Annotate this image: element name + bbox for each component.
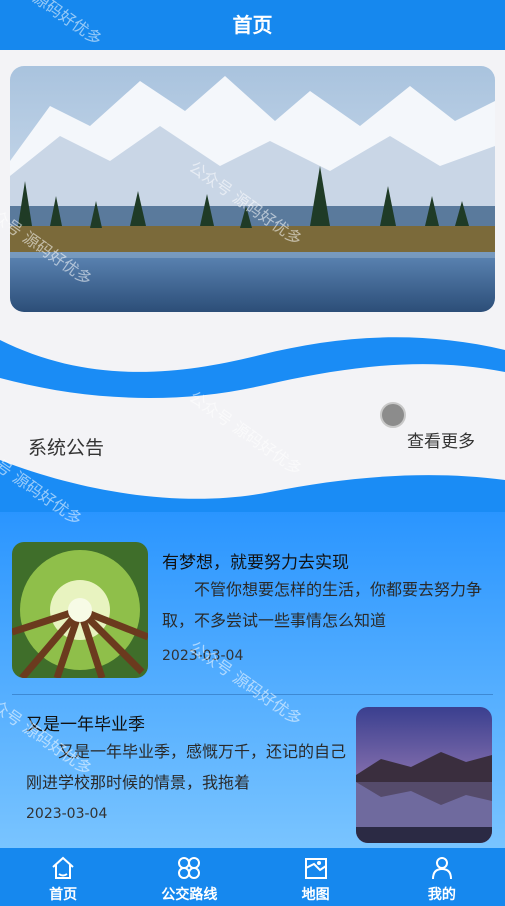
home-icon [52,856,74,879]
floating-dot[interactable] [380,402,406,428]
article-list: 有梦想，就要努力去实现 不管你想要怎样的生活，你都要去努力争取，不多尝试一些事情… [0,512,505,848]
lake-mountain-image [356,707,492,843]
tab-home[interactable]: 首页 [0,848,126,906]
wave-decoration [0,320,505,520]
page-title: 首页 [232,13,273,37]
banner-carousel[interactable] [10,66,495,312]
tab-label: 公交路线 [161,887,218,903]
view-more-link[interactable]: 查看更多 [407,427,475,452]
banner-image [10,66,495,312]
tab-map[interactable]: 地图 [253,848,379,906]
article-summary: 不管你想要怎样的生活，你都要去努力争取，不多尝试一些事情怎么知道 [162,580,483,630]
article-item[interactable]: 又是一年毕业季 又是一年毕业季，感慨万千，还记的自己刚进学校那时候的情景，我拖着… [0,707,505,847]
tab-label: 我的 [427,887,456,903]
article-item[interactable]: 有梦想，就要努力去实现 不管你想要怎样的生活，你都要去努力争取，不多尝试一些事情… [0,542,505,682]
bottom-tab-bar: 首页 公交路线 地图 我的 [0,848,505,906]
header-bar: 首页 [0,0,505,50]
tab-label: 首页 [49,887,78,903]
grid-icon [178,857,201,879]
article-summary: 又是一年毕业季，感慨万千，还记的自己刚进学校那时候的情景，我拖着 [26,742,347,792]
article-date: 2023-03-04 [162,648,244,664]
tab-bus-routes[interactable]: 公交路线 [126,848,252,906]
notice-title: 系统公告 [28,437,105,459]
divider [12,694,493,695]
user-icon [431,857,452,880]
tab-label: 地图 [301,887,330,903]
article-title: 又是一年毕业季 [26,715,145,735]
article-date: 2023-03-04 [26,806,108,822]
tab-mine[interactable]: 我的 [379,848,505,906]
article-title: 有梦想，就要努力去实现 [162,553,349,573]
forest-image [12,542,148,678]
map-icon [304,858,327,879]
